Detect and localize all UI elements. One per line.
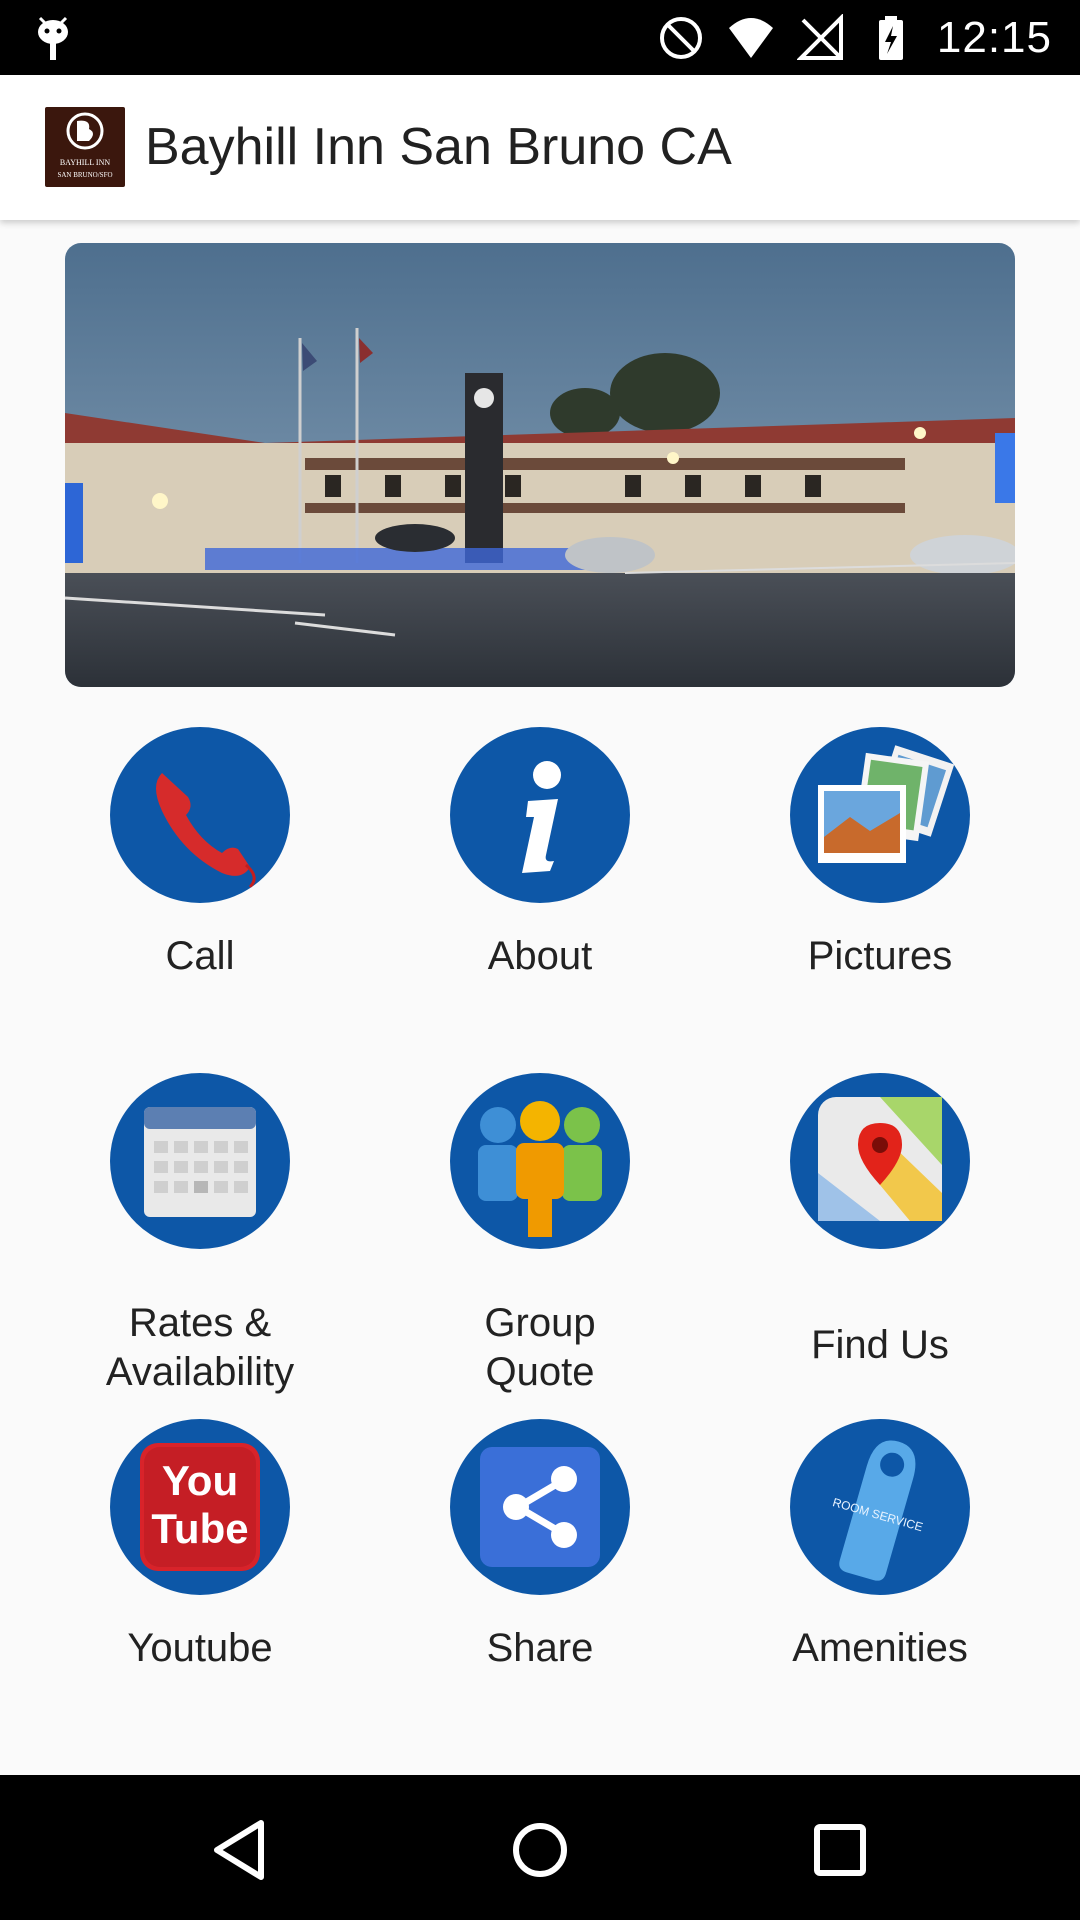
menu-find-us-label: Find Us — [811, 1323, 949, 1367]
status-time: 12:15 — [936, 13, 1052, 62]
menu-rates-label: Rates & Availability — [105, 1301, 295, 1394]
recents-icon[interactable] — [795, 1805, 885, 1895]
youtube-icon: You Tube — [110, 1419, 290, 1595]
hotel-exterior-photo — [65, 243, 1015, 687]
wifi-icon — [728, 18, 773, 58]
menu-youtube-button[interactable]: You Tube Youtube — [50, 1392, 350, 1722]
menu-call-button[interactable]: Call — [50, 700, 350, 1030]
photos-icon — [790, 727, 970, 903]
svg-text:Tube: Tube — [151, 1505, 248, 1552]
room-service-tag-icon: ROOM SERVICE — [790, 1419, 970, 1595]
navigation-bar — [0, 1775, 1080, 1920]
map-pin-icon — [790, 1073, 970, 1249]
menu-amenities-button[interactable]: ROOM SERVICE Amenities — [730, 1392, 1030, 1722]
menu-about-button[interactable]: About — [390, 700, 690, 1030]
status-bar: 12:15 — [0, 0, 1080, 75]
svg-text:You: You — [162, 1457, 238, 1504]
menu-find-us-button[interactable]: Find Us — [730, 1046, 1030, 1376]
home-icon[interactable] — [495, 1805, 585, 1895]
battery-charging-icon — [878, 16, 903, 60]
share-icon — [450, 1419, 630, 1595]
bayhill-inn-logo-icon: BAYHILL INN SAN BRUNO/SFO — [45, 107, 125, 187]
menu-rates-button[interactable]: Rates & Availability — [50, 1046, 350, 1394]
menu-pictures-label: Pictures — [807, 934, 953, 978]
app-title: Bayhill Inn San Bruno CA — [145, 118, 732, 176]
app-bar: BAYHILL INN SAN BRUNO/SFO Bayhill Inn Sa… — [0, 75, 1080, 220]
menu-youtube-label: Youtube — [127, 1626, 273, 1670]
no-signal-icon — [796, 14, 843, 60]
do-not-disturb-icon — [659, 17, 702, 59]
menu-group-quote-label: Group Quote — [484, 1301, 596, 1394]
svg-text:SAN BRUNO/SFO: SAN BRUNO/SFO — [57, 171, 112, 179]
calendar-icon — [110, 1073, 290, 1249]
menu-share-button[interactable]: Share — [390, 1392, 690, 1722]
menu-group-quote-button[interactable]: Group Quote — [390, 1046, 690, 1394]
menu-about-label: About — [487, 934, 593, 978]
menu-pictures-button[interactable]: Pictures — [730, 700, 1030, 1030]
menu-amenities-label: Amenities — [792, 1626, 968, 1670]
info-icon — [450, 727, 630, 903]
back-icon[interactable] — [195, 1805, 285, 1895]
menu-call-label: Call — [165, 934, 235, 978]
menu-share-label: Share — [486, 1626, 594, 1670]
group-icon — [450, 1073, 630, 1249]
svg-text:BAYHILL INN: BAYHILL INN — [60, 158, 111, 167]
phone-icon — [110, 727, 290, 903]
android-debug-icon — [38, 16, 68, 60]
